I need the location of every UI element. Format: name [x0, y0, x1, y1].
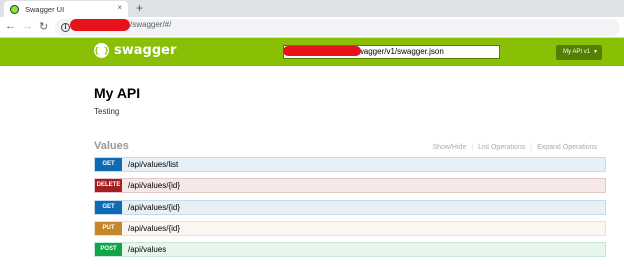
redaction-mark: [70, 19, 130, 31]
api-title: My API: [94, 85, 141, 101]
method-badge[interactable]: POST: [95, 243, 122, 256]
browser-tab[interactable]: Swagger UI ×: [4, 1, 128, 17]
new-tab-icon[interactable]: +: [136, 1, 143, 15]
site-info-icon[interactable]: i: [61, 23, 70, 32]
method-badge[interactable]: GET: [95, 158, 122, 171]
method-badge[interactable]: DELETE: [95, 179, 122, 192]
tab-title: Swagger UI: [25, 4, 65, 14]
swagger-logo-icon: { }: [94, 43, 109, 58]
list-operations-link[interactable]: List Operations: [473, 144, 530, 151]
swagger-favicon-icon: [10, 4, 19, 14]
show-hide-link[interactable]: Show/Hide: [427, 144, 471, 151]
close-tab-icon[interactable]: ×: [117, 3, 122, 12]
logo-text: swagger: [114, 43, 177, 58]
back-arrow-icon[interactable]: ←: [5, 20, 16, 32]
address-bar-url: /swagger/#/: [130, 20, 172, 29]
operation-row[interactable]: GET /api/values/list: [94, 157, 606, 172]
operation-row[interactable]: DELETE /api/values/{id}: [94, 178, 606, 193]
forward-arrow-icon[interactable]: →: [22, 20, 33, 32]
operation-path[interactable]: /api/values/{id}: [128, 181, 180, 190]
operation-path[interactable]: /api/values/{id}: [128, 203, 180, 212]
resource-name[interactable]: Values: [94, 140, 129, 152]
api-version-select[interactable]: My API v1 ▼: [556, 45, 602, 60]
resource-links: Show/Hide | List Operations | Expand Ope…: [427, 144, 602, 151]
browser-tabstrip: Swagger UI × +: [0, 0, 624, 17]
reload-icon[interactable]: ↻: [39, 20, 48, 33]
api-description: Testing: [94, 107, 120, 116]
version-select-label: My API v1: [563, 49, 591, 55]
method-badge[interactable]: GET: [95, 201, 122, 214]
operation-row[interactable]: POST /api/values: [94, 242, 606, 257]
expand-operations-link[interactable]: Expand Operations: [532, 144, 602, 151]
operation-path[interactable]: /api/values: [128, 245, 166, 254]
swagger-logo[interactable]: { } swagger: [94, 43, 176, 58]
method-badge[interactable]: PUT: [95, 222, 122, 235]
operation-path[interactable]: /api/values/list: [128, 160, 178, 169]
operation-row[interactable]: GET /api/values/{id}: [94, 200, 606, 215]
browser-toolbar: ← → ↻ i /swagger/#/: [0, 17, 624, 38]
operation-row[interactable]: PUT /api/values/{id}: [94, 221, 606, 236]
operation-path[interactable]: /api/values/{id}: [128, 224, 180, 233]
redaction-mark: [283, 46, 361, 56]
chevron-down-icon: ▼: [593, 49, 598, 55]
